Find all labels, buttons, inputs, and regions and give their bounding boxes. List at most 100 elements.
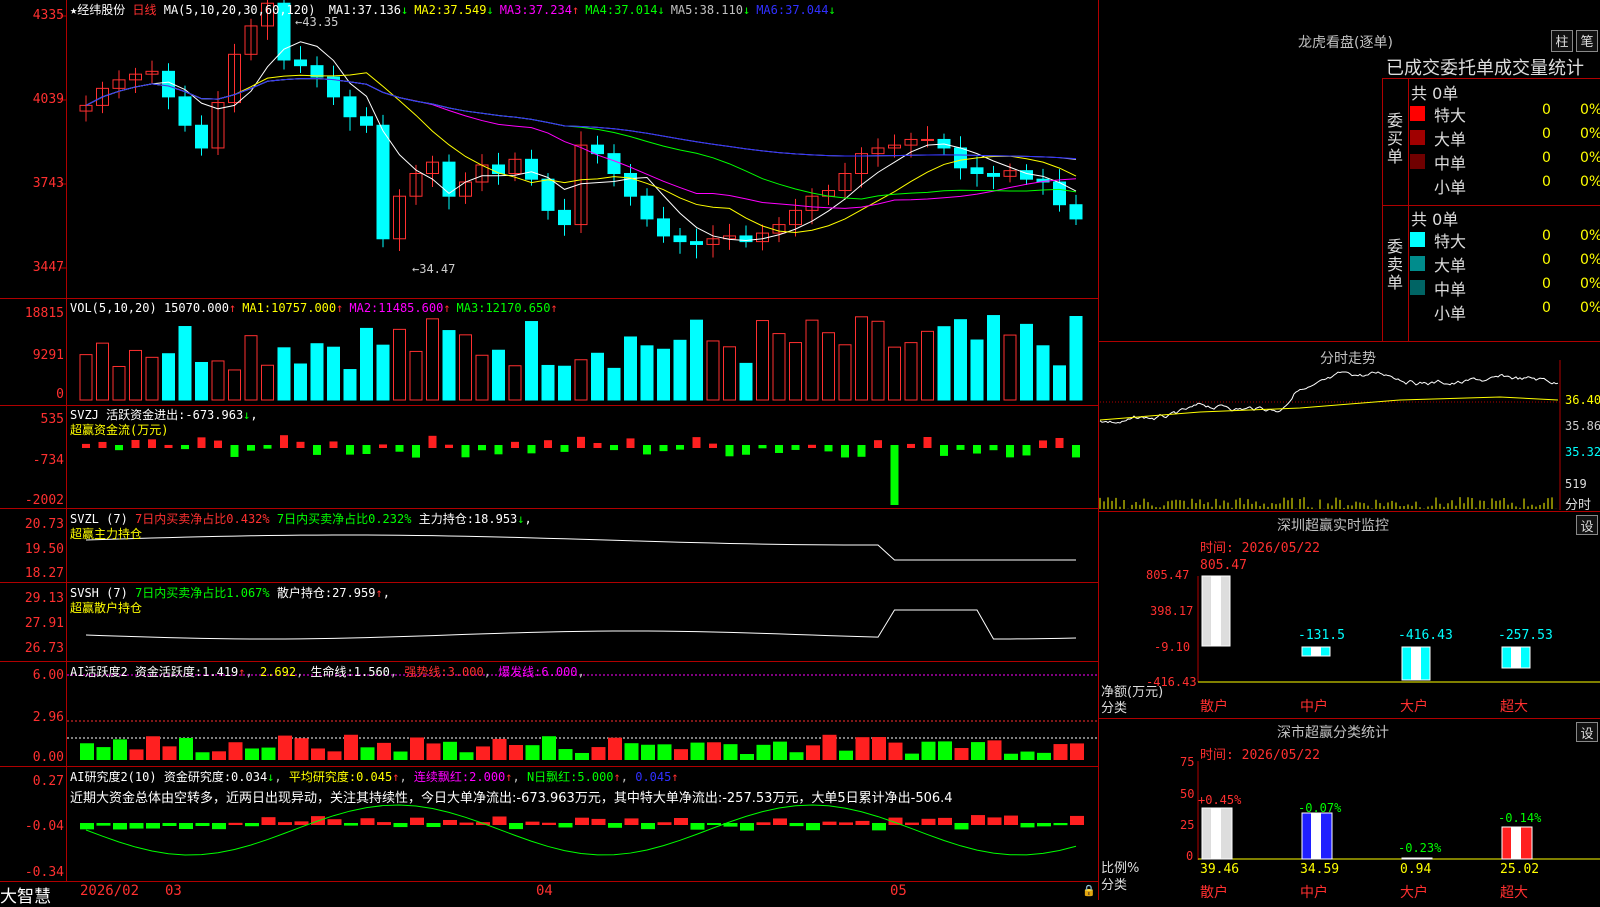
ai2-bar <box>657 822 672 825</box>
volume-bar <box>145 356 159 401</box>
candle-body <box>954 147 967 169</box>
svzj-bar <box>907 443 915 448</box>
ai2-bar <box>278 822 292 825</box>
volume-bar <box>558 365 571 401</box>
ai1-bar <box>195 752 210 760</box>
candle-body <box>360 116 373 126</box>
candle-body <box>987 173 1000 177</box>
classify-category: 大户 <box>1400 885 1428 901</box>
ai1-bar <box>822 734 837 760</box>
volume-bar <box>805 319 819 401</box>
volume-bar <box>129 349 142 401</box>
svzj-bar <box>98 441 107 448</box>
ai2-bar <box>641 823 655 830</box>
row-value: 0 <box>1542 174 1551 190</box>
ai1-bar <box>344 734 358 760</box>
classify-time: 时间: 2026/05/22 <box>1200 748 1320 763</box>
legend-swatch <box>1410 178 1425 193</box>
kline-chart[interactable] <box>0 0 1600 900</box>
ma-arrow: ↓ <box>486 3 494 17</box>
volume-bar <box>987 315 1000 401</box>
svzj-bar <box>1006 445 1014 458</box>
ma-arrow: ↓ <box>828 3 836 17</box>
volume-bar <box>409 350 423 401</box>
ai1-bar <box>674 749 688 760</box>
volume-bar <box>525 321 538 401</box>
monitor-settings-button[interactable]: 设 <box>1576 515 1598 535</box>
sep <box>1099 341 1600 342</box>
monitor-bar-highlight <box>1211 576 1221 646</box>
monitor-value: 805.47 <box>1200 558 1247 573</box>
svzl-ytick: 18.27 <box>24 566 64 581</box>
svzj-bar <box>494 445 503 455</box>
volume-bar <box>426 318 439 401</box>
lock-icon[interactable]: 🔒 <box>1082 884 1096 897</box>
sep <box>1099 511 1600 512</box>
classify-bar-highlight <box>1411 858 1421 859</box>
svzj-bar <box>923 436 932 448</box>
ma-arrow: ↑ <box>336 301 344 315</box>
volume-bar <box>657 348 670 401</box>
svzj-bar <box>874 440 882 448</box>
brand-logo[interactable]: 大智慧 <box>0 882 51 907</box>
legend-swatch <box>1410 280 1425 295</box>
low-label: ←34.47 <box>412 262 456 276</box>
classify-ytick: 75 <box>1180 755 1195 769</box>
svzj-bar <box>709 443 717 448</box>
ai2-bar <box>1004 815 1018 825</box>
row-pct: 0% <box>1580 150 1600 166</box>
svzl-subtitle: 超赢主力持仓 <box>70 527 143 541</box>
classify-title: 深市超赢分类统计 <box>1277 725 1389 741</box>
ai1-bar <box>608 737 622 760</box>
monitor-xlabel: 分类 <box>1101 701 1128 716</box>
classify-bar-highlight <box>1311 813 1321 859</box>
classify-settings-button[interactable]: 设 <box>1576 722 1598 742</box>
lhb-row-buy: 大单 0 0% <box>1410 126 1600 149</box>
volume-bar <box>492 349 505 401</box>
ai1-bar <box>542 736 556 760</box>
ai2-bar <box>344 823 358 826</box>
ai1-bar <box>476 746 490 760</box>
ai1-bar <box>113 739 127 760</box>
ai1-bar <box>509 745 523 760</box>
row-value: 0 <box>1542 252 1551 268</box>
volume-bar <box>838 344 852 401</box>
kline-ytick: 3743 <box>32 176 64 191</box>
svzj-ytick: -734 <box>32 453 64 468</box>
svzj-bar <box>692 437 701 448</box>
ma-arrow: ↑ <box>571 3 580 17</box>
monitor-ytick: 398.17 <box>1150 604 1194 618</box>
svzj-bar <box>247 445 255 451</box>
svsh-ytick: 29.13 <box>24 591 64 606</box>
panel-sep <box>0 766 1098 767</box>
ai2-line <box>85 804 1077 856</box>
tick-view-button[interactable]: 笔 <box>1576 30 1598 52</box>
svzj-bar <box>313 445 321 455</box>
ai2-bar <box>971 815 985 825</box>
volume-bar <box>954 319 967 401</box>
svzj-bar <box>940 445 948 456</box>
ai1-bar <box>179 737 193 760</box>
svzj-bar <box>148 439 156 448</box>
ai2-bar <box>327 819 342 825</box>
ai1-bar <box>723 744 738 760</box>
volume-bar <box>607 367 621 401</box>
ma-value: 38.110 <box>699 3 743 17</box>
ai1-bar <box>773 741 787 760</box>
volume-bar <box>871 320 885 401</box>
svzj-bar <box>775 445 783 453</box>
kline-header: ★经纬股份 日线 MA(5,10,20,30,60,120) MA1:37.13… <box>70 1 836 18</box>
ma-value: 37.234 <box>528 3 572 17</box>
ai2-bar <box>591 818 606 825</box>
ai2-bar <box>806 823 820 831</box>
period-label[interactable]: 日线 <box>132 3 156 17</box>
bar-view-button[interactable]: 柱 <box>1551 30 1573 52</box>
svzj-bar <box>1022 445 1031 456</box>
ma-item: MA6: <box>756 3 786 17</box>
ai1-bar <box>575 752 589 760</box>
volume-bar <box>261 364 274 401</box>
ai2-bar <box>839 822 853 825</box>
svzj-bar <box>346 445 354 455</box>
ai1-bar <box>129 749 144 760</box>
volume-bar <box>756 320 769 401</box>
